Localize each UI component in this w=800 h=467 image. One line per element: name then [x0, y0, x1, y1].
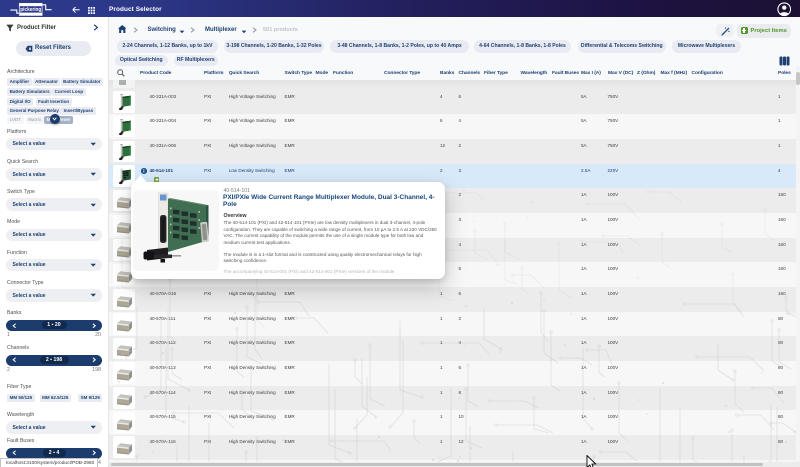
svg-text:pickering: pickering: [20, 7, 41, 13]
